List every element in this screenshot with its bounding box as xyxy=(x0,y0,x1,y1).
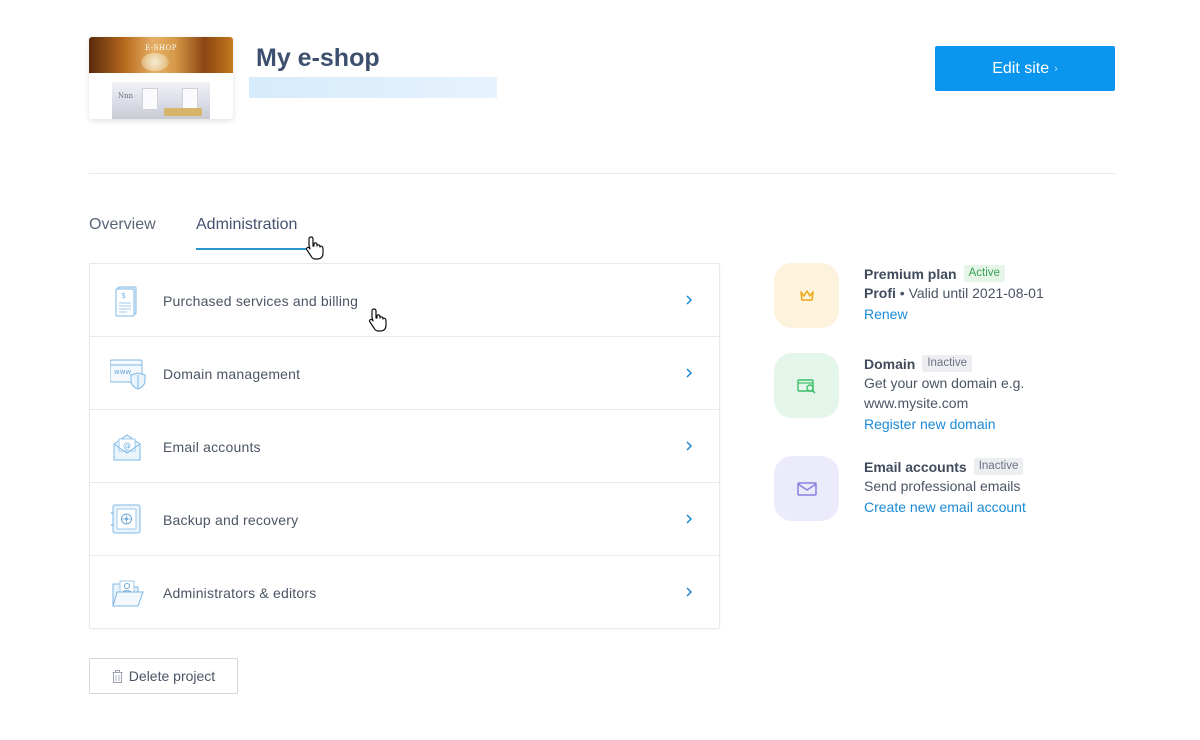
chevron-right-icon xyxy=(686,368,693,378)
plan-details: Profi • Valid until 2021-08-01 xyxy=(864,283,1124,303)
thumbnail-sofa xyxy=(164,108,202,116)
renew-link[interactable]: Renew xyxy=(864,303,908,326)
email-icon-tile xyxy=(774,456,839,521)
email-title: Email accounts xyxy=(864,458,967,475)
thumbnail-banner: E-SHOP xyxy=(89,37,233,73)
chevron-right-icon xyxy=(686,295,693,305)
administration-list: $ Purchased services and billing www Dom… xyxy=(89,263,720,629)
plan-validity: • Valid until 2021-08-01 xyxy=(895,285,1044,301)
svg-text:@: @ xyxy=(123,441,131,450)
domain-text-line2: www.mysite.com xyxy=(864,395,969,411)
tab-administration[interactable]: Administration xyxy=(196,216,297,234)
trash-icon xyxy=(112,669,123,683)
edit-site-button[interactable]: Edit site › xyxy=(935,46,1115,91)
list-item-label: Purchased services and billing xyxy=(163,293,359,309)
domain-title: Domain xyxy=(864,355,916,372)
folder-user-icon xyxy=(112,580,144,607)
list-item-backup-recovery[interactable]: Backup and recovery xyxy=(90,483,719,556)
list-item-administrators-editors[interactable]: Administrators & editors xyxy=(90,556,719,629)
status-badge: Inactive xyxy=(973,458,1024,475)
chevron-right-icon xyxy=(686,514,693,524)
page-title: My e-shop xyxy=(256,44,380,72)
list-item-label: Administrators & editors xyxy=(163,585,317,601)
invoice-icon: $ xyxy=(115,286,137,317)
envelope-at-icon: @ xyxy=(113,434,141,461)
svg-text:www: www xyxy=(114,368,131,376)
site-thumbnail[interactable]: E-SHOP Nnn xyxy=(89,37,233,119)
list-item-purchased-services[interactable]: $ Purchased services and billing xyxy=(90,264,719,337)
list-item-label: Domain management xyxy=(163,366,301,382)
email-text: Send professional emails xyxy=(864,478,1021,494)
plan-title: Premium plan xyxy=(864,265,957,282)
thumbnail-logo-text: E-SHOP xyxy=(145,44,177,52)
delete-project-label: Delete project xyxy=(128,668,216,684)
thumbnail-sun xyxy=(141,53,169,71)
list-item-label: Backup and recovery xyxy=(163,512,299,528)
header-divider xyxy=(89,173,1115,174)
tab-overview[interactable]: Overview xyxy=(89,216,156,234)
thumbnail-room-image: Nnn xyxy=(112,82,210,119)
chevron-right-icon: › xyxy=(1054,62,1058,75)
plan-name: Profi xyxy=(864,285,896,301)
chevron-right-icon xyxy=(686,587,693,597)
active-tab-indicator xyxy=(196,248,310,250)
plan-icon-tile xyxy=(774,263,839,328)
thumbnail-window xyxy=(142,88,158,110)
domain-icon-tile xyxy=(774,353,839,418)
domain-search-icon xyxy=(796,378,816,394)
site-url-placeholder xyxy=(249,77,497,98)
crown-icon xyxy=(799,289,814,301)
delete-project-button[interactable]: Delete project xyxy=(89,658,238,694)
create-email-link[interactable]: Create new email account xyxy=(864,496,1026,519)
thumbnail-room-text: Nnn xyxy=(118,92,134,100)
safe-icon xyxy=(111,504,141,534)
list-item-label: Email accounts xyxy=(163,439,261,455)
svg-text:$: $ xyxy=(121,291,126,300)
list-item-email-accounts[interactable]: @ Email accounts xyxy=(90,410,719,483)
edit-site-label: Edit site xyxy=(992,59,1050,77)
register-domain-link[interactable]: Register new domain xyxy=(864,413,996,436)
chevron-right-icon xyxy=(686,441,693,451)
envelope-icon xyxy=(796,481,817,496)
list-item-domain-management[interactable]: www Domain management xyxy=(90,337,719,410)
status-badge: Inactive xyxy=(922,355,972,372)
domain-text-line1: Get your own domain e.g. xyxy=(864,375,1025,391)
thumbnail-window xyxy=(182,88,198,110)
www-shield-icon: www xyxy=(110,359,146,390)
status-badge: Active xyxy=(963,265,1005,282)
